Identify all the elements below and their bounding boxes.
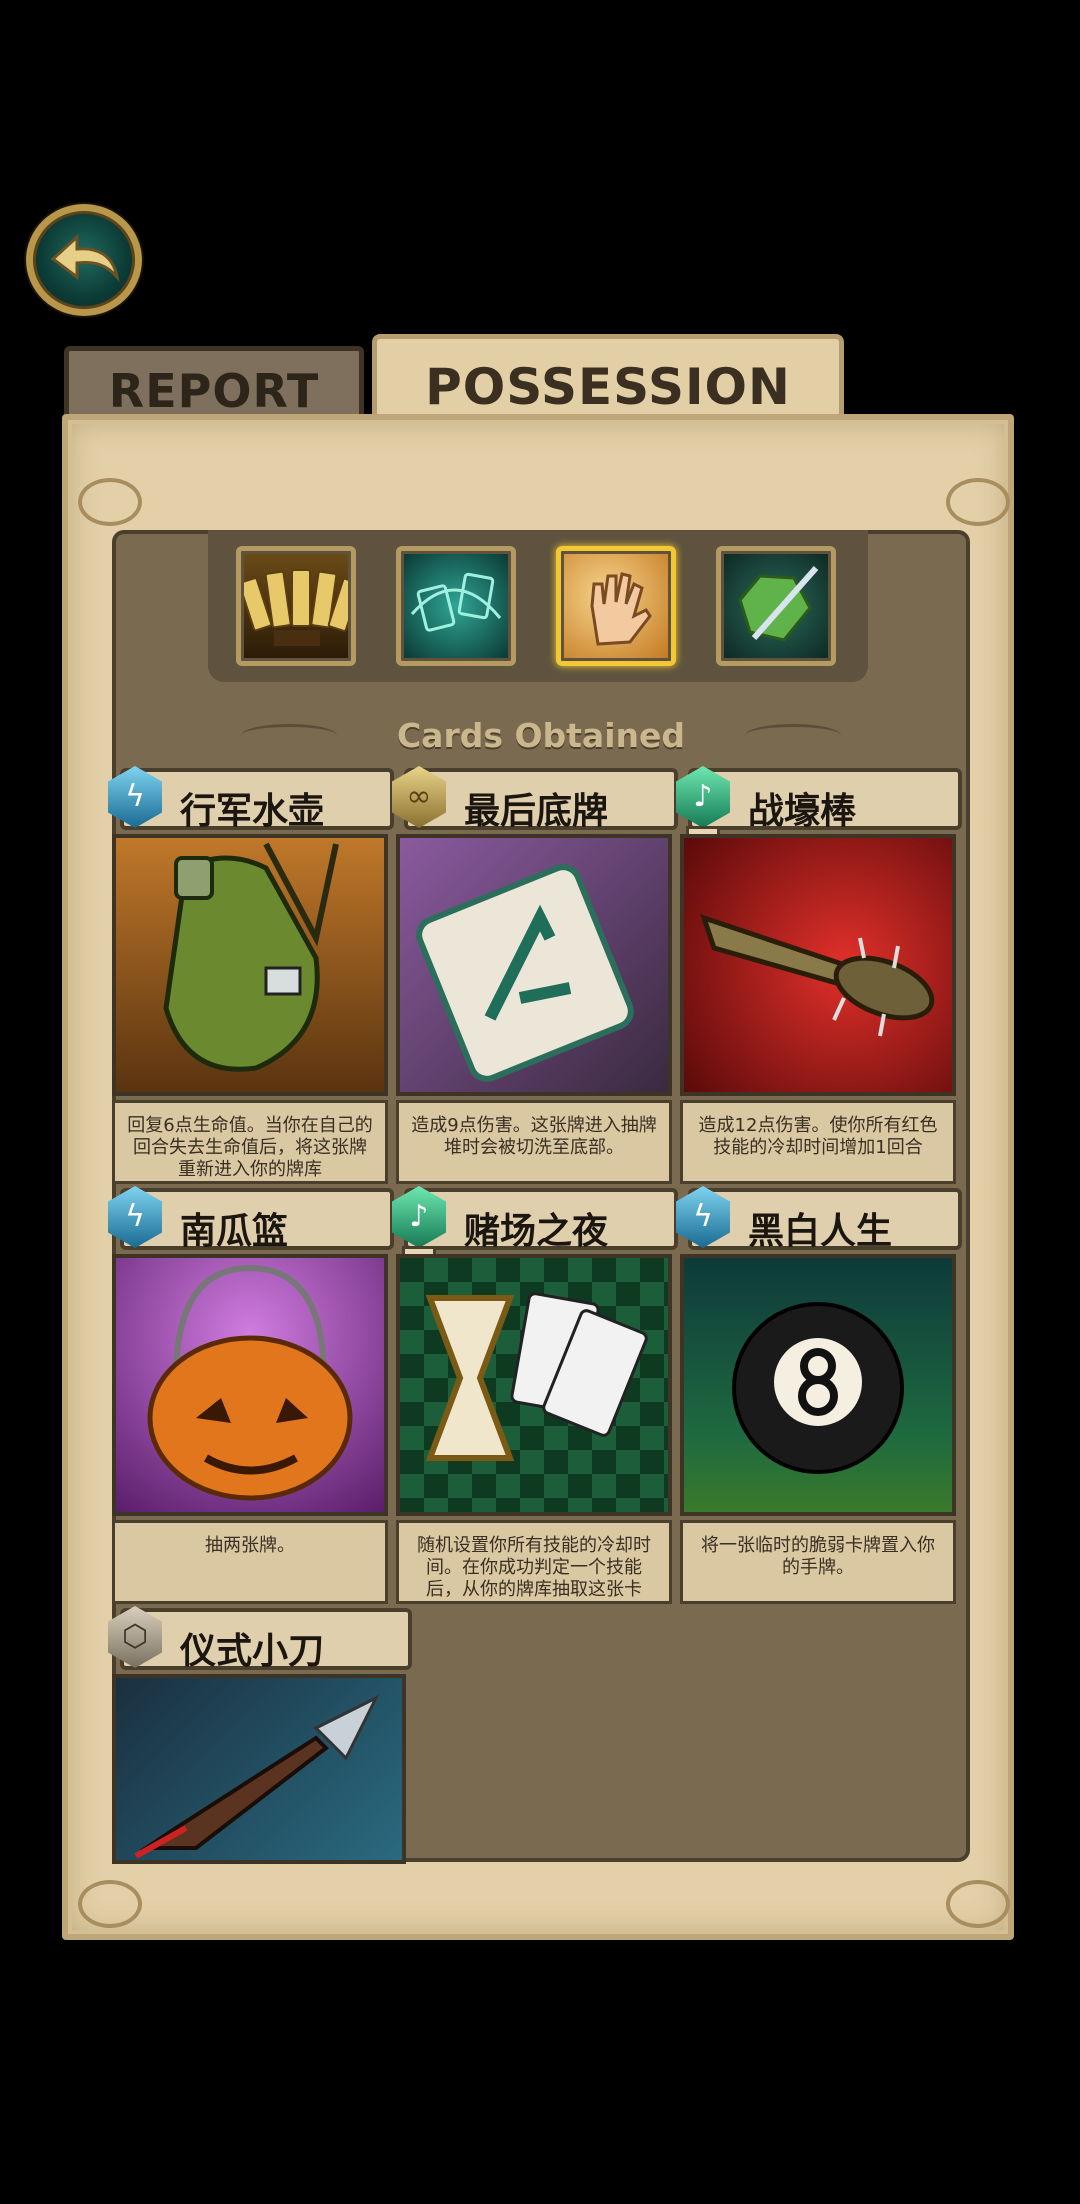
section-title: Cards Obtained: [396, 715, 686, 755]
holo-card-icon: [404, 554, 508, 658]
card-item[interactable]: 仪式小刀 ⬡: [108, 1600, 416, 1864]
card-title-bar: 仪式小刀: [120, 1608, 412, 1672]
pumpkin-basket-art: [112, 1254, 388, 1516]
card-description: 抽两张牌。: [112, 1520, 388, 1604]
card-title: 黑白人生: [748, 1211, 893, 1252]
hand-icon: [564, 554, 668, 658]
card-item[interactable]: 南瓜篮 ϟ 抽两张牌。: [108, 1180, 398, 1604]
corner-ornament: [946, 478, 1010, 526]
green-gem-dagger-icon: [724, 554, 828, 658]
back-arrow-icon: [50, 233, 120, 283]
mahjong-tile-art: [396, 834, 672, 1096]
corner-ornament: [78, 478, 142, 526]
corner-ornament: [946, 1880, 1010, 1928]
header-ornament: [240, 723, 337, 747]
filter-all-cards[interactable]: [236, 546, 356, 666]
card-fan-icon: [241, 554, 351, 658]
card-item[interactable]: 最后底牌 ∞ 造成9点伤害。这张牌进入抽牌堆时会被切洗至底部。: [392, 760, 682, 1184]
card-title: 战壕棒: [748, 791, 857, 832]
card-item[interactable]: 黑白人生 ϟ 将一张临时的脆弱卡牌置入你的手牌。: [676, 1180, 966, 1604]
card-description: 回复6点生命值。当你在自己的回合失去生命值后，将这张牌重新进入你的牌库: [112, 1100, 388, 1184]
card-description: 造成12点伤害。使你所有红色技能的冷却时间增加1回合: [680, 1100, 956, 1184]
spiked-club-art: [680, 834, 956, 1096]
card-description: 随机设置你所有技能的冷却时间。在你成功判定一个技能后，从你的牌库抽取这张卡牌。: [396, 1520, 672, 1604]
filter-equipment-cards[interactable]: [716, 546, 836, 666]
card-item[interactable]: 赌场之夜 ♪ 2 随机设置你所有技能的冷却时间。在你成功判定一个技能后，从你的牌…: [392, 1180, 682, 1604]
filter-hand-cards[interactable]: [556, 546, 676, 666]
card-title: 仪式小刀: [180, 1631, 325, 1672]
corner-ornament: [78, 1880, 142, 1928]
header-ornament: [745, 723, 842, 747]
filter-skill-cards[interactable]: [396, 546, 516, 666]
back-button[interactable]: [26, 204, 142, 316]
ritual-knife-art: [112, 1674, 406, 1864]
card-description: 将一张临时的脆弱卡牌置入你的手牌。: [680, 1520, 956, 1604]
card-title: 赌场之夜: [464, 1211, 609, 1252]
card-title: 南瓜篮: [180, 1211, 289, 1252]
card-item[interactable]: 行军水壶 ϟ 回复6点生命值。当你在自己的回合失去生命值后，将这张牌重新进入你的…: [108, 760, 398, 1184]
cards-obtained-header: Cards Obtained: [120, 708, 962, 762]
card-title: 行军水壶: [180, 791, 325, 832]
canteen-art: [112, 834, 388, 1096]
hourglass-cards-art: [396, 1254, 672, 1516]
eight-ball-art: [680, 1254, 956, 1516]
card-item[interactable]: 战壕棒 ♪ 2 造成12点伤害。使你所有红色技能的冷却时间增加1回合: [676, 760, 966, 1184]
card-description: 造成9点伤害。这张牌进入抽牌堆时会被切洗至底部。: [396, 1100, 672, 1184]
card-title: 最后底牌: [464, 791, 609, 832]
